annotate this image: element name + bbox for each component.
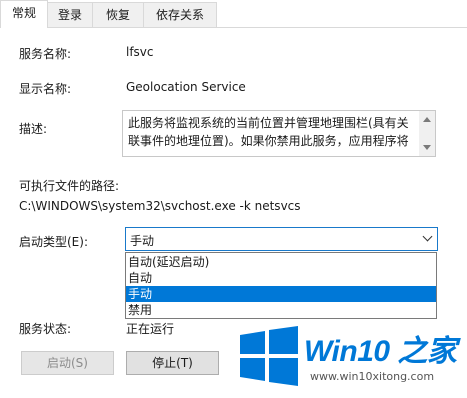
tab-general[interactable]: 常规 [0, 0, 48, 28]
description-scrollbar[interactable] [419, 111, 435, 156]
dropdown-option-auto[interactable]: 自动 [126, 270, 436, 286]
startup-type-dropdown: 自动(延迟启动) 自动 手动 禁用 [125, 252, 437, 319]
exe-path-label: 可执行文件的路径: [19, 179, 120, 193]
startup-type-selected: 手动 [130, 234, 155, 248]
tab-dependencies[interactable]: 依存关系 [143, 2, 217, 27]
start-button[interactable]: 启动(S) [21, 351, 114, 375]
display-name-label: 显示名称: [19, 82, 72, 96]
startup-type-select[interactable]: 手动 [125, 227, 438, 251]
windows-logo-icon [240, 326, 298, 386]
startup-type-label: 启动类型(E): [19, 235, 88, 249]
tab-bar: 常规 登录 恢复 依存关系 [0, 0, 467, 28]
tab-recovery[interactable]: 恢复 [92, 2, 144, 27]
chevron-down-icon[interactable] [422, 231, 433, 242]
watermark-title: Win10 之家 [304, 335, 457, 368]
watermark-url: www.win10xitong.com [310, 370, 435, 383]
service-name-value: lfsvc [126, 45, 154, 59]
dropdown-option-manual[interactable]: 手动 [126, 286, 436, 302]
service-status-label: 服务状态: [19, 322, 72, 336]
exe-path-value: C:\WINDOWS\system32\svchost.exe -k netsv… [19, 199, 301, 213]
description-label: 描述: [19, 122, 48, 136]
dropdown-option-auto-delayed[interactable]: 自动(延迟启动) [126, 254, 436, 270]
scroll-up-icon[interactable] [423, 117, 431, 122]
tab-logon[interactable]: 登录 [47, 2, 93, 27]
service-status-value: 正在运行 [126, 322, 175, 336]
description-text: 此服务将监视系统的当前位置并管理地理围栏(具有关联事件的地理位置)。如果你禁用此… [128, 116, 409, 148]
display-name-value: Geolocation Service [126, 80, 246, 94]
description-box[interactable]: 此服务将监视系统的当前位置并管理地理围栏(具有关联事件的地理位置)。如果你禁用此… [122, 110, 436, 157]
dropdown-option-disabled[interactable]: 禁用 [126, 302, 436, 318]
scroll-down-icon[interactable] [423, 145, 431, 150]
stop-button[interactable]: 停止(T) [126, 351, 219, 375]
watermark: Win10 之家 www.win10xitong.com [236, 324, 467, 398]
service-name-label: 服务名称: [19, 47, 72, 61]
